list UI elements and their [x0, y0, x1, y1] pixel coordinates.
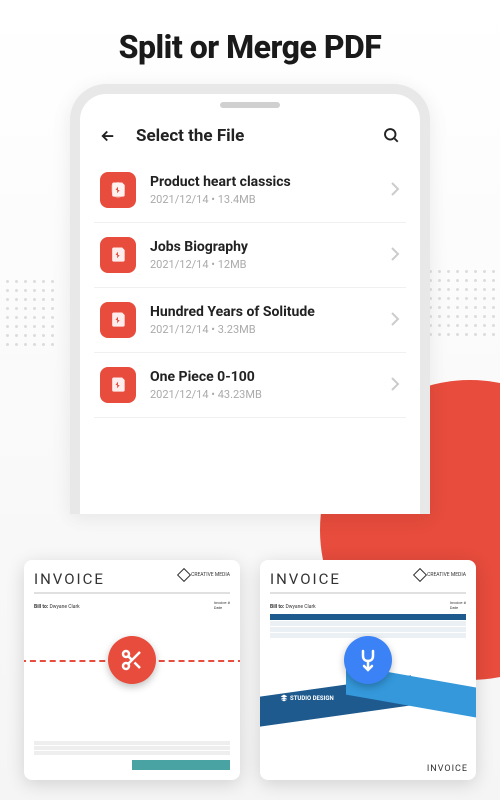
file-meta: 2021/12/14 • 43.23MB — [150, 388, 390, 401]
pdf-icon — [100, 172, 136, 208]
invoice-title: INVOICE — [34, 570, 105, 588]
phone-frame: Select the File Product heart classics 2… — [70, 84, 430, 514]
preview-row: INVOICE CREATIVE MEDIA Bill to: Dwyane C… — [0, 544, 500, 800]
file-item[interactable]: Jobs Biography 2021/12/14 • 12MB — [94, 223, 406, 288]
file-name: Jobs Biography — [150, 239, 390, 255]
phone-notch — [220, 102, 280, 108]
toolbar-title: Select the File — [136, 126, 382, 146]
merge-preview-card: INVOICE CREATIVE MEDIA Bill to: Dwyane C… — [260, 560, 476, 780]
studio-logo: STUDIO DESIGN — [280, 694, 334, 702]
chevron-right-icon — [390, 311, 400, 330]
decorative-dots-left — [0, 280, 70, 360]
invoice-label-small: INVOICE — [427, 764, 468, 774]
arrow-left-icon — [99, 127, 117, 145]
search-button[interactable] — [382, 126, 402, 146]
chevron-right-icon — [390, 246, 400, 265]
file-item[interactable]: One Piece 0-100 2021/12/14 • 43.23MB — [94, 353, 406, 418]
chevron-right-icon — [390, 181, 400, 200]
decorative-dots-right — [420, 270, 500, 350]
pdf-icon — [100, 367, 136, 403]
merge-graphic: STUDIO DESIGN — [260, 676, 476, 736]
company-logo: CREATIVE MEDIA — [179, 570, 230, 580]
file-name: One Piece 0-100 — [150, 369, 390, 385]
merge-icon — [356, 648, 380, 672]
back-button[interactable] — [98, 126, 118, 146]
split-preview-card: INVOICE CREATIVE MEDIA Bill to: Dwyane C… — [24, 560, 240, 780]
file-meta: 2021/12/14 • 12MB — [150, 258, 390, 271]
file-list: Product heart classics 2021/12/14 • 13.4… — [80, 158, 420, 418]
pdf-icon — [100, 237, 136, 273]
file-name: Product heart classics — [150, 174, 390, 190]
hero-title: Split or Merge PDF — [0, 0, 500, 84]
file-meta: 2021/12/14 • 3.23MB — [150, 323, 390, 336]
file-item[interactable]: Hundred Years of Solitude 2021/12/14 • 3… — [94, 288, 406, 353]
company-logo: CREATIVE MEDIA — [415, 570, 466, 580]
split-badge — [108, 636, 156, 684]
file-meta: 2021/12/14 • 13.4MB — [150, 193, 390, 206]
search-icon — [382, 126, 400, 144]
file-name: Hundred Years of Solitude — [150, 304, 390, 320]
toolbar: Select the File — [80, 118, 420, 158]
chevron-right-icon — [390, 376, 400, 395]
scissors-icon — [120, 648, 144, 672]
total-bar — [132, 760, 230, 770]
pdf-icon — [100, 302, 136, 338]
invoice-title: INVOICE — [270, 570, 341, 588]
merge-badge — [344, 636, 392, 684]
file-item[interactable]: Product heart classics 2021/12/14 • 13.4… — [94, 158, 406, 223]
